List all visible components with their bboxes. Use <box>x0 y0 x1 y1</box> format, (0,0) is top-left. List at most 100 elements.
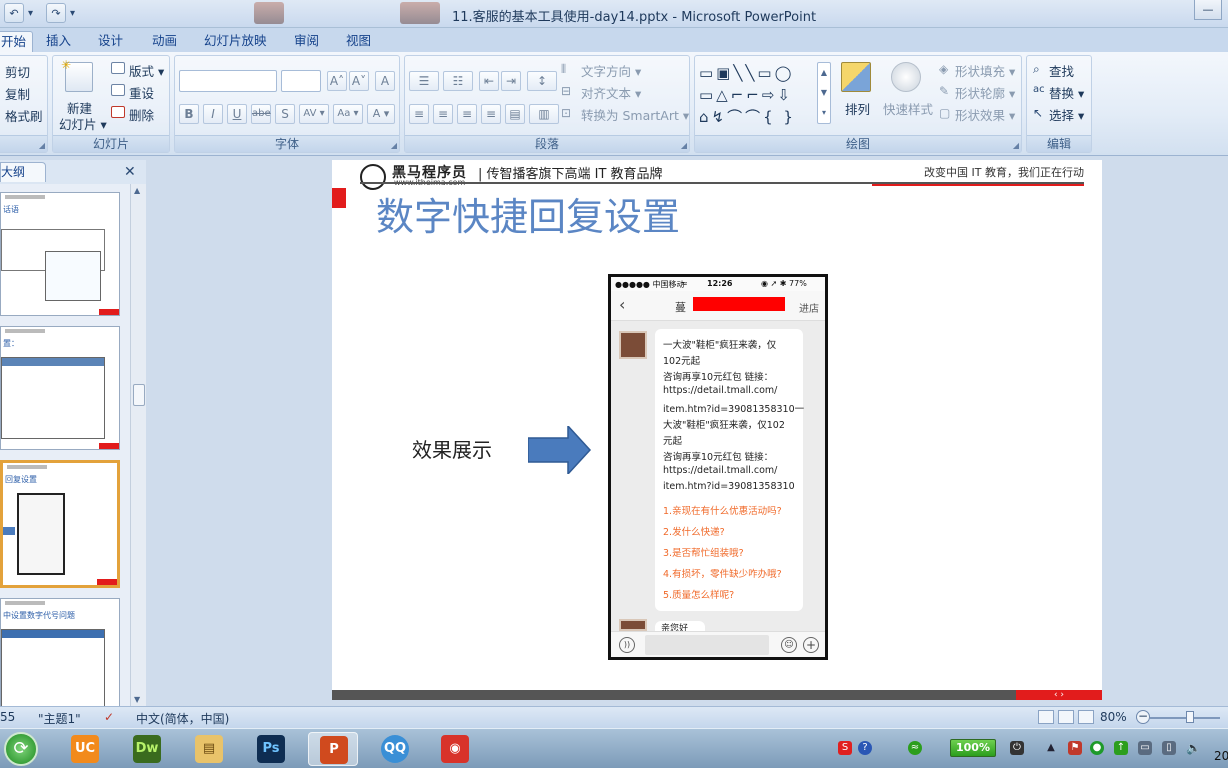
grow-font-button[interactable]: A˄ <box>327 71 347 91</box>
tray-expand-icon[interactable]: ▲ <box>1044 741 1058 755</box>
shapes-gallery[interactable]: ▭▣╲╲▭◯ ▭△⌐⌐⇨⇩ ⌂↯⌒⌒{ } <box>699 62 829 126</box>
bullets-button[interactable]: ☰ <box>409 71 439 91</box>
phone-screenshot[interactable]: ●●●●● 中国移动 ≈ 12:26 ◉ ➚ ✱ 77% ‹ 蔓 进店 一大波"… <box>608 274 828 660</box>
copy-button[interactable]: 复制 <box>5 84 30 103</box>
tab-insert[interactable]: 插入 <box>40 31 77 52</box>
justify-button[interactable]: ≡ <box>481 104 501 124</box>
line-spacing-button[interactable]: ↕ <box>527 71 557 91</box>
underline-button[interactable]: U <box>227 104 247 124</box>
start-button[interactable]: ⟳ <box>4 732 38 766</box>
tray-monitor-icon[interactable]: ▭ <box>1138 741 1152 755</box>
slide-thumbnail[interactable]: 话语 <box>0 192 120 316</box>
tray-help-icon[interactable]: ? <box>858 741 872 755</box>
slide-title[interactable]: 数字快捷回复设置 <box>376 186 680 241</box>
voice-icon[interactable]: )) <box>619 637 635 653</box>
quick-styles-button[interactable]: 快速样式 <box>883 99 933 118</box>
battery-indicator[interactable]: 100% <box>950 739 996 757</box>
zoom-slider-track[interactable] <box>1150 717 1220 719</box>
normal-view-icon[interactable] <box>1038 710 1054 724</box>
effect-label[interactable]: 效果展示 <box>412 434 492 463</box>
arrange-button[interactable]: 排列 <box>845 99 870 118</box>
slide-thumbnail-selected[interactable]: 回复设置 <box>0 460 120 588</box>
scroll-down-icon[interactable]: ▼ <box>134 695 140 704</box>
slide-thumbnail[interactable]: 中设置数字代号问题 <box>0 598 120 706</box>
shape-outline-button[interactable]: 形状轮廓 ▾ <box>955 83 1015 102</box>
columns-button[interactable]: ▥ <box>529 104 559 124</box>
drawing-launcher-icon[interactable]: ◢ <box>1013 141 1019 150</box>
find-button[interactable]: 查找 <box>1049 61 1074 80</box>
flag-icon[interactable]: ⚑ <box>1068 741 1082 755</box>
tray-s-icon[interactable]: S <box>838 741 852 755</box>
layout-button[interactable]: 版式 ▾ <box>129 61 164 80</box>
distributed-button[interactable]: ▤ <box>505 104 525 124</box>
tray-green-icon[interactable]: ● <box>1090 741 1104 755</box>
taskbar-app-dreamweaver[interactable]: Dw <box>122 732 172 766</box>
customize-qat-button[interactable]: ▾ <box>70 3 84 23</box>
font-launcher-icon[interactable]: ◢ <box>391 141 397 150</box>
close-icon[interactable]: ✕ <box>124 164 136 180</box>
replace-button[interactable]: 替换 ▾ <box>1049 83 1084 102</box>
minimize-button[interactable]: — <box>1194 0 1222 20</box>
font-size-dropdown[interactable] <box>281 70 321 92</box>
undo-button[interactable]: ↶ <box>4 3 24 23</box>
clipboard-launcher-icon[interactable]: ◢ <box>39 141 45 150</box>
taskbar-app-explorer[interactable]: ▤ <box>184 732 234 766</box>
power-plug-icon[interactable]: ⏻ <box>1010 741 1024 755</box>
tab-design[interactable]: 设计 <box>92 31 129 52</box>
char-spacing-button[interactable]: AV ▾ <box>299 104 329 124</box>
scroll-up-icon[interactable]: ▲ <box>134 186 140 195</box>
language-indicator[interactable]: 中文(简体，中国) <box>136 710 229 727</box>
right-arrow-icon[interactable] <box>528 426 592 474</box>
plus-icon[interactable]: + <box>803 637 819 653</box>
slide-thumbnail[interactable]: 置： <box>0 326 120 450</box>
thumbnail-scrollbar[interactable]: ▲ ▼ <box>130 184 146 706</box>
tray-update-icon[interactable]: ↑ <box>1114 741 1128 755</box>
shapes-gallery-scroll[interactable]: ▲ ▼ ▾ <box>817 62 831 124</box>
slide-canvas[interactable]: 黑马程序员 www.itheima.com | 传智播客旗下高端 IT 教育品牌… <box>332 160 1102 700</box>
paragraph-launcher-icon[interactable]: ◢ <box>681 141 687 150</box>
zoom-slider-thumb[interactable] <box>1186 711 1194 723</box>
volume-icon[interactable]: 🔈 <box>1186 741 1201 755</box>
cut-button[interactable]: 剪切 <box>5 62 30 81</box>
shrink-font-button[interactable]: A˅ <box>349 71 369 91</box>
taskbar-app-photoshop[interactable]: Ps <box>246 732 296 766</box>
enter-shop-link[interactable]: 进店 <box>799 300 819 315</box>
tab-review[interactable]: 审阅 <box>288 31 325 52</box>
shadow-button[interactable]: S <box>275 104 295 124</box>
tab-view[interactable]: 视图 <box>340 31 377 52</box>
zoom-out-button[interactable]: − <box>1136 710 1150 724</box>
quick-reply-item[interactable]: 5.质量怎么样呢? <box>663 587 734 601</box>
taskbar-app-powerpoint[interactable]: P <box>308 732 358 766</box>
back-chevron-icon[interactable]: ‹ <box>619 295 625 314</box>
align-left-button[interactable]: ≡ <box>409 104 429 124</box>
tray-device-icon[interactable]: ▯ <box>1162 741 1176 755</box>
quick-reply-item[interactable]: 3.是否帮忙组装哦? <box>663 545 744 559</box>
network-icon[interactable]: ≈ <box>908 741 922 755</box>
align-text-button[interactable]: 对齐文本 ▾ <box>581 83 641 102</box>
select-button[interactable]: 选择 ▾ <box>1049 105 1084 124</box>
tab-animations[interactable]: 动画 <box>146 31 183 52</box>
text-direction-button[interactable]: 文字方向 ▾ <box>581 61 641 80</box>
convert-smartart-button[interactable]: 转换为 SmartArt ▾ <box>581 105 689 124</box>
bold-button[interactable]: B <box>179 104 199 124</box>
tab-home[interactable]: 开始 <box>0 31 34 52</box>
system-clock[interactable]: 20 <box>1214 749 1228 763</box>
quick-reply-item[interactable]: 2.发什么快递? <box>663 524 725 538</box>
increase-indent-button[interactable]: ⇥ <box>501 71 521 91</box>
tab-slideshow[interactable]: 幻灯片放映 <box>198 31 273 52</box>
slide-sorter-icon[interactable] <box>1058 710 1074 724</box>
change-case-button[interactable]: Aa ▾ <box>333 104 363 124</box>
scrollbar-thumb[interactable] <box>133 384 145 406</box>
format-painter-button[interactable]: 格式刷 <box>5 106 43 125</box>
font-color-button[interactable]: A ▾ <box>367 104 395 124</box>
slideshow-icon[interactable] <box>1078 710 1094 724</box>
spellcheck-icon[interactable]: ✓ <box>104 710 114 724</box>
taskbar-app-other[interactable]: ◉ <box>430 732 480 766</box>
decrease-indent-button[interactable]: ⇤ <box>479 71 499 91</box>
taskbar-app-qq[interactable]: QQ <box>370 732 420 766</box>
quick-reply-item[interactable]: 1.亲现在有什么优惠活动吗? <box>663 503 782 517</box>
strikethrough-button[interactable]: abe <box>251 104 271 124</box>
shape-fill-button[interactable]: 形状填充 ▾ <box>955 61 1015 80</box>
reset-button[interactable]: 重设 <box>129 83 154 102</box>
clear-format-button[interactable]: A <box>375 71 395 91</box>
